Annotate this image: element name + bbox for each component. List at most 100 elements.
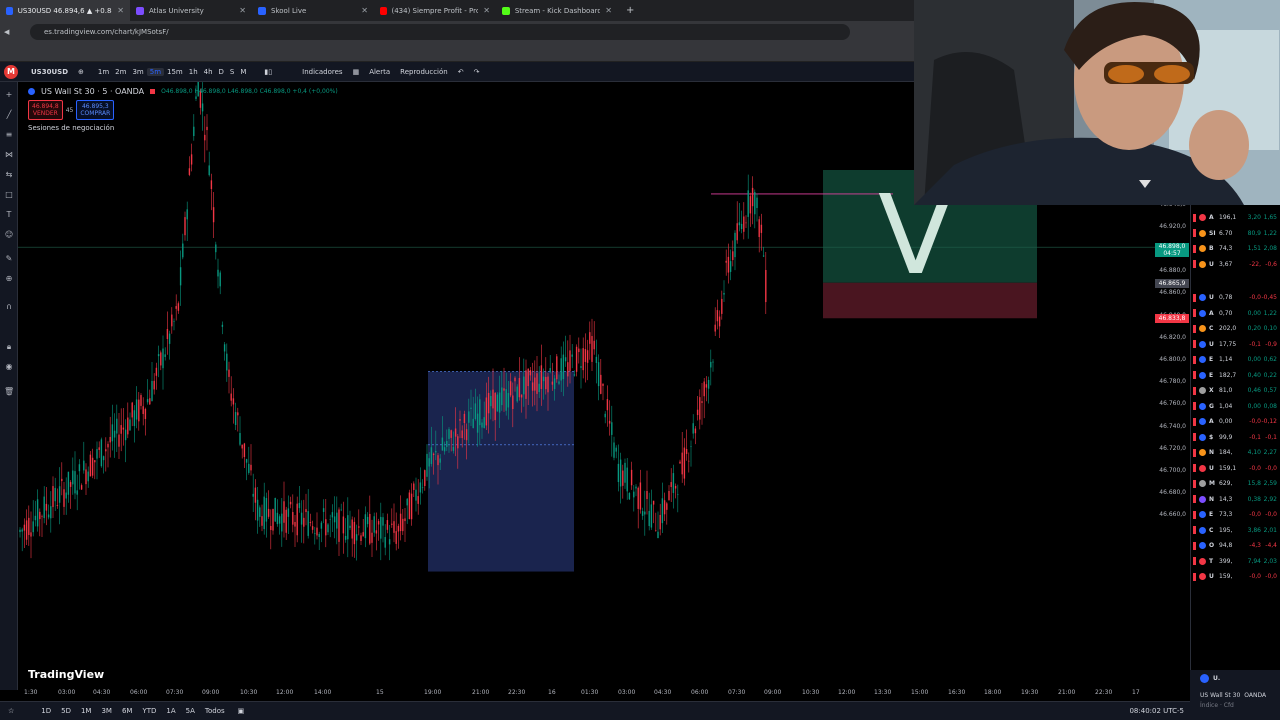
url-field[interactable]: es.tradingview.com/chart/kJMSotsF/ — [30, 24, 850, 40]
interval-15m[interactable]: 15m — [164, 68, 186, 76]
pattern-icon[interactable]: ⋈ — [4, 150, 14, 160]
candle-body — [619, 459, 622, 487]
undo-icon[interactable]: ↶ — [453, 68, 469, 76]
fib-icon[interactable]: ≡ — [4, 130, 14, 140]
candle-body — [74, 471, 76, 494]
range-Todos[interactable]: Todos — [200, 707, 230, 715]
buy-price: 46.895,3 — [81, 103, 109, 110]
price-label: 46.660,0 — [1159, 511, 1186, 519]
symbol-logo-icon — [1199, 387, 1206, 394]
watchlist-row[interactable]: A 0,70 0,00 1,22 — [1191, 306, 1280, 321]
crosshair-icon[interactable]: + — [4, 90, 14, 100]
time-axis[interactable]: 1:30 03:00 04:30 06:00 07:30 09:00 10:30 12:00 1… — [18, 687, 1178, 701]
candle-body — [426, 453, 428, 477]
layouts-icon[interactable]: ▦ — [348, 68, 365, 76]
browser-tab[interactable]: Atlas University ✕ — [130, 0, 252, 21]
detail-title[interactable]: US Wall St 30 — [1200, 692, 1240, 699]
watchlist-row[interactable]: N 184, 4,10 2,27 — [1191, 445, 1280, 460]
text-icon[interactable]: T — [4, 210, 14, 220]
user-avatar[interactable]: M — [4, 64, 18, 79]
watchlist-row[interactable]: U 3,67 -22, -0,6 — [1191, 257, 1280, 272]
range-1A[interactable]: 1A — [161, 707, 180, 715]
lock-icon[interactable]: 🔒︎ — [4, 342, 14, 352]
interval-5m[interactable]: 5m — [146, 67, 165, 76]
ruler-icon[interactable]: ✎ — [4, 254, 14, 264]
range-3M[interactable]: 3M — [96, 707, 117, 715]
watchlist-row[interactable]: A 0,00 -0,0 -0,12 — [1191, 414, 1280, 429]
symbol-search[interactable]: US30USD — [26, 68, 73, 76]
watchlist-row[interactable]: U 0,78 -0,0 -0,45 — [1191, 290, 1280, 305]
sessions-indicator-label[interactable]: Sesiones de negociación — [28, 124, 114, 132]
interval-S[interactable]: S — [227, 68, 237, 76]
browser-tab[interactable]: Stream - Kick Dashboard ✕ — [496, 0, 618, 21]
tab-favicon-icon — [502, 6, 510, 15]
watchlist-row[interactable]: T 399, 7,94 2,03 — [1191, 554, 1280, 569]
tab-close-icon[interactable]: ✕ — [117, 6, 124, 15]
sell-button[interactable]: 46.894,8 VENDER — [28, 100, 63, 120]
tab-close-icon[interactable]: ✕ — [483, 6, 490, 15]
interval-M[interactable]: M — [237, 68, 249, 76]
watchlist-row[interactable]: N 14,3 0,38 2,92 — [1191, 492, 1280, 507]
calendar-icon[interactable]: ▣ — [230, 707, 253, 715]
alert-button[interactable]: Alerta — [364, 68, 395, 76]
candle-body — [428, 458, 430, 467]
range-5D[interactable]: 5D — [56, 707, 76, 715]
replay-button[interactable]: Reproducción — [395, 68, 453, 76]
candle-body — [474, 403, 477, 420]
browser-tab[interactable]: (434) Siempre Profit - Profit | T ✕ — [374, 0, 496, 21]
browser-tab[interactable]: US30USD 46.894,6 ▲ +0.88% V ✕ — [0, 0, 130, 21]
forecast-icon[interactable]: ⇆ — [4, 170, 14, 180]
range-1D[interactable]: 1D — [36, 707, 56, 715]
range-6M[interactable]: 6M — [117, 707, 138, 715]
watchlist-row[interactable]: SI 6.70 80,9 1,22 — [1191, 226, 1280, 241]
range-5A[interactable]: 5A — [181, 707, 200, 715]
watchlist-row[interactable]: U 159, -0,0 -0,0 — [1191, 569, 1280, 584]
interval-4h[interactable]: 4h — [201, 68, 216, 76]
watch-change-pct: -0,12 — [1261, 418, 1277, 425]
interval-1h[interactable]: 1h — [186, 68, 201, 76]
candle-body — [168, 333, 171, 344]
flag-marker — [1193, 464, 1196, 472]
candles-icon[interactable]: ▮▯ — [259, 68, 277, 76]
watchlist-row[interactable]: U 159,1 -0,0 -0,0 — [1191, 461, 1280, 476]
redo-icon[interactable]: ↷ — [469, 68, 485, 76]
magnet-icon[interactable]: ∩ — [4, 302, 14, 312]
star-icon[interactable]: ☆ — [0, 707, 22, 715]
range-YTD[interactable]: YTD — [137, 707, 161, 715]
tab-close-icon[interactable]: ✕ — [361, 6, 368, 15]
watchlist-row[interactable]: E 182,7 0,40 0,22 — [1191, 368, 1280, 383]
add-symbol-icon[interactable]: ⊕ — [73, 68, 89, 76]
shape-icon[interactable]: □ — [4, 190, 14, 200]
watchlist-row[interactable]: $99,9 -0,1 -0,1 — [1191, 430, 1280, 445]
watchlist-row[interactable]: X 81,0 0,46 0,57 — [1191, 383, 1280, 398]
watchlist-row[interactable]: G 1,04 0,00 0,08 — [1191, 399, 1280, 414]
watchlist-row[interactable]: E 73,3 -0,0 -0,0 — [1191, 507, 1280, 522]
candle-body — [28, 517, 30, 535]
interval-2m[interactable]: 2m — [112, 68, 129, 76]
zoom-icon[interactable]: ⊕ — [4, 274, 14, 284]
back-icon[interactable]: ◀ — [4, 28, 9, 36]
eye-icon[interactable]: ◉ — [4, 362, 14, 372]
range-1M[interactable]: 1M — [76, 707, 97, 715]
candle-body — [593, 340, 595, 350]
interval-3m[interactable]: 3m — [129, 68, 146, 76]
tab-close-icon[interactable]: ✕ — [605, 6, 612, 15]
watchlist-row[interactable]: M 629, 15,8 2,59 — [1191, 476, 1280, 491]
browser-tab[interactable]: Skool Live ✕ — [252, 0, 374, 21]
interval-D[interactable]: D — [216, 68, 227, 76]
new-tab-button[interactable]: + — [626, 5, 634, 16]
trendline-icon[interactable]: ╱ — [4, 110, 14, 120]
watchlist-row[interactable]: U 17,75 -0,1 -0,9 — [1191, 337, 1280, 352]
watchlist-row[interactable]: O 94,8 -4,3 -4,4 — [1191, 538, 1280, 553]
watchlist-row[interactable]: C 195, 3,86 2,01 — [1191, 523, 1280, 538]
buy-button[interactable]: 46.895,3 COMPRAR — [76, 100, 115, 120]
watchlist-row[interactable]: B 74,3 1,51 2,08 — [1191, 241, 1280, 256]
tab-close-icon[interactable]: ✕ — [239, 6, 246, 15]
indicators-button[interactable]: Indicadores — [297, 68, 347, 76]
emoji-icon[interactable]: ☺ — [4, 230, 14, 240]
watchlist-row[interactable]: E 1,14 0,00 0,62 — [1191, 352, 1280, 367]
watchlist-row[interactable]: C 202,0 0,20 0,10 — [1191, 321, 1280, 336]
interval-1m[interactable]: 1m — [95, 68, 112, 76]
trash-icon[interactable]: 🗑︎ — [4, 387, 14, 397]
watchlist-row[interactable]: A 196,1 3,20 1,65 — [1191, 210, 1280, 225]
